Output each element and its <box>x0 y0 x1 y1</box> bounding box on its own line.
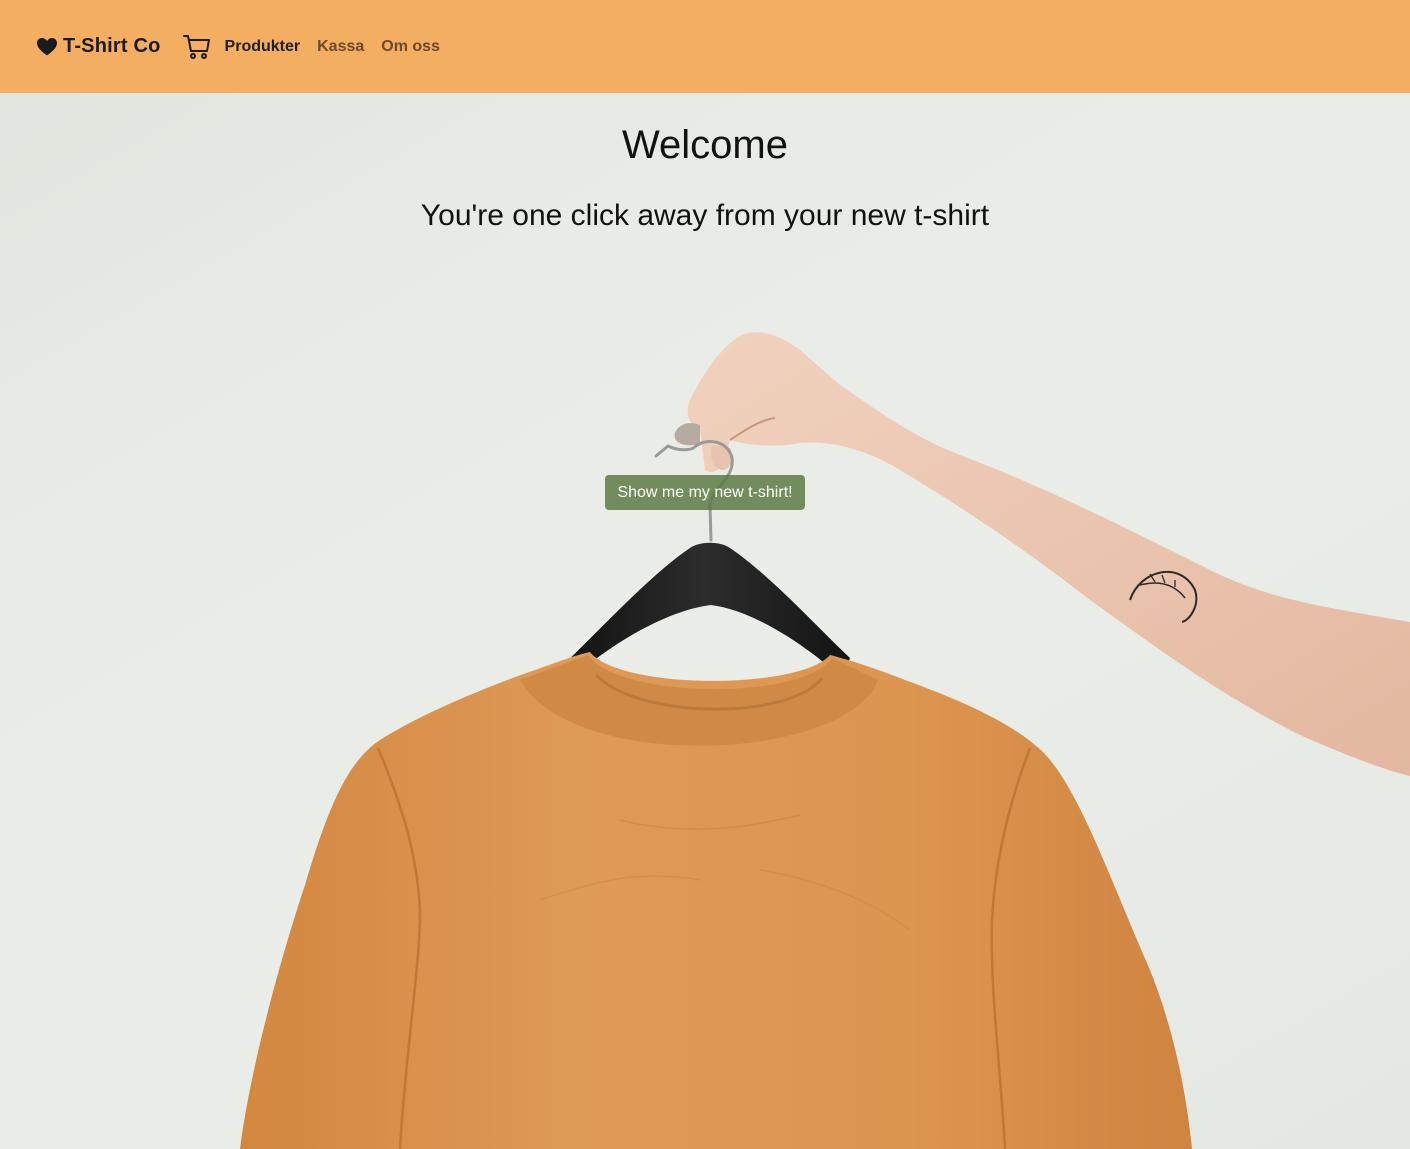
cart-button[interactable] <box>182 33 211 61</box>
brand-name: T-Shirt Co <box>63 35 161 57</box>
nav-links: Produkter Kassa Om oss <box>225 38 457 56</box>
hero-tagline: You're one click away from your new t-sh… <box>420 199 990 232</box>
hero-section: Welcome You're one click away from your … <box>0 93 1410 1149</box>
navbar: T-Shirt Co Produkter Kassa Om oss <box>0 0 1410 93</box>
cart-icon <box>182 34 210 59</box>
nav-link-om-oss[interactable]: Om oss <box>381 38 440 56</box>
heart-icon <box>37 37 57 55</box>
nav-link-kassa[interactable]: Kassa <box>317 38 364 56</box>
hero-title: Welcome <box>622 123 788 167</box>
brand-link[interactable]: T-Shirt Co <box>37 35 161 58</box>
hero-image <box>240 332 1410 1149</box>
show-tshirt-button[interactable]: Show me my new t-shirt! <box>605 475 805 510</box>
nav-link-produkter[interactable]: Produkter <box>225 38 301 56</box>
